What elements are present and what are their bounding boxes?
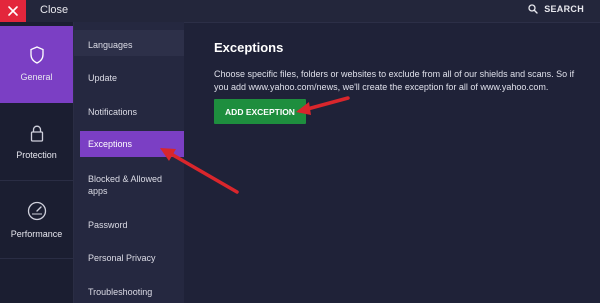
submenu-item-blocked-allowed-apps[interactable]: Blocked & Allowed apps — [80, 173, 172, 197]
shield-icon — [29, 46, 44, 64]
add-exception-button[interactable]: ADD EXCEPTION — [214, 99, 306, 124]
submenu-item-languages[interactable]: Languages — [80, 39, 184, 51]
settings-submenu: Languages Update Notifications Exception… — [74, 22, 184, 303]
search-label: SEARCH — [544, 4, 584, 14]
close-button[interactable] — [0, 0, 26, 22]
category-performance[interactable]: Performance — [0, 182, 73, 259]
top-bar: Close SEARCH — [0, 0, 600, 23]
category-general[interactable]: General — [0, 26, 73, 103]
page-title: Exceptions — [214, 40, 284, 55]
search-icon — [528, 4, 538, 14]
submenu-item-exceptions[interactable]: Exceptions — [80, 131, 184, 157]
exceptions-description: Choose specific files, folders or websit… — [214, 69, 575, 92]
submenu-item-personal-privacy[interactable]: Personal Privacy — [80, 252, 184, 264]
close-icon — [8, 6, 18, 16]
close-label[interactable]: Close — [40, 4, 68, 16]
category-sidebar: General Protection Performance — [0, 22, 74, 303]
submenu-item-password[interactable]: Password — [80, 219, 184, 231]
search-button[interactable]: SEARCH — [528, 4, 584, 14]
category-label: Protection — [16, 149, 57, 160]
lock-icon — [30, 125, 43, 142]
submenu-item-troubleshooting[interactable]: Troubleshooting — [80, 286, 184, 298]
category-label: Performance — [10, 229, 63, 239]
category-protection[interactable]: Protection — [0, 104, 73, 181]
main-content: Exceptions Choose specific files, folder… — [184, 22, 600, 303]
submenu-item-update[interactable]: Update — [80, 72, 184, 84]
submenu-item-notifications[interactable]: Notifications — [80, 106, 184, 118]
category-label: General — [20, 72, 53, 82]
speedometer-icon — [27, 201, 46, 221]
